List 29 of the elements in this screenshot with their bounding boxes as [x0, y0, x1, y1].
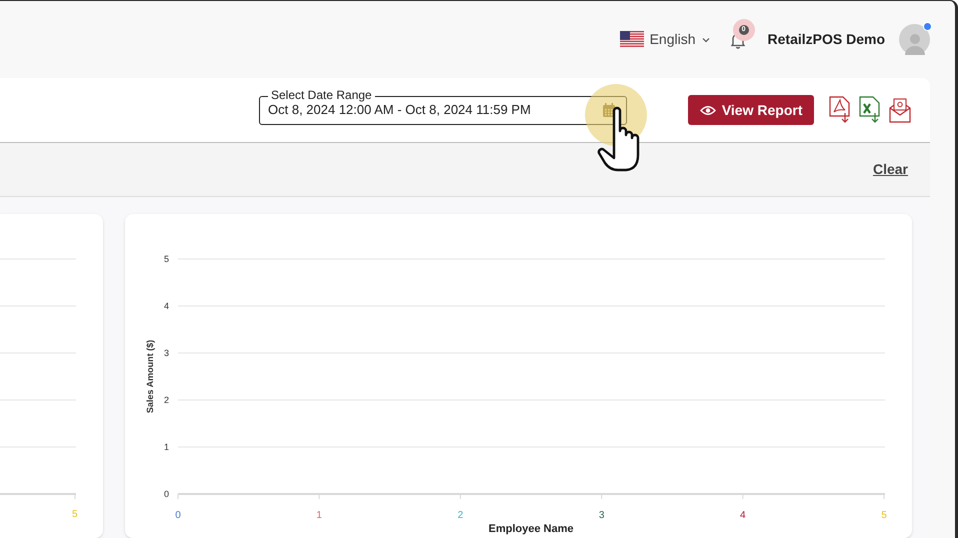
x-tick-label: 3: [598, 510, 604, 521]
x-tick-label: 0: [175, 510, 181, 521]
x-axis-title: Employee Name: [488, 523, 574, 535]
pdf-download-icon[interactable]: [828, 96, 852, 124]
email-icon[interactable]: [888, 96, 912, 124]
us-flag-icon: [620, 31, 644, 48]
date-range-label: Select Date Range: [268, 88, 375, 102]
y-tick-label: 1: [164, 442, 169, 452]
y-tick-label: 2: [164, 395, 169, 405]
y-axis-title: Sales Amount ($): [145, 340, 155, 414]
date-range-value: Oct 8, 2024 12:00 AM - Oct 8, 2024 11:59 PM: [268, 102, 531, 120]
language-selector[interactable]: English: [620, 29, 710, 50]
x-tick-label: 5: [881, 510, 887, 521]
clear-link[interactable]: Clear: [872, 159, 908, 180]
y-tick-label: 3: [164, 348, 169, 358]
x-tick-label: 5: [72, 509, 78, 521]
x-tick-label: 1: [316, 510, 322, 521]
y-tick-label: 0: [164, 489, 169, 499]
y-tick-label: 5: [164, 254, 169, 264]
view-report-button[interactable]: View Report: [688, 95, 814, 125]
user-avatar[interactable]: [899, 24, 930, 55]
user-name: RetailzPOS Demo: [768, 30, 885, 49]
excel-download-icon[interactable]: [858, 96, 882, 124]
person-silhouette-icon: [904, 31, 926, 55]
x-tick-label: 2: [458, 510, 464, 521]
eye-icon: [700, 104, 716, 116]
chevron-down-icon: [702, 36, 710, 42]
x-tick-label: 4: [740, 510, 746, 521]
y-tick-label: 4: [164, 301, 169, 311]
